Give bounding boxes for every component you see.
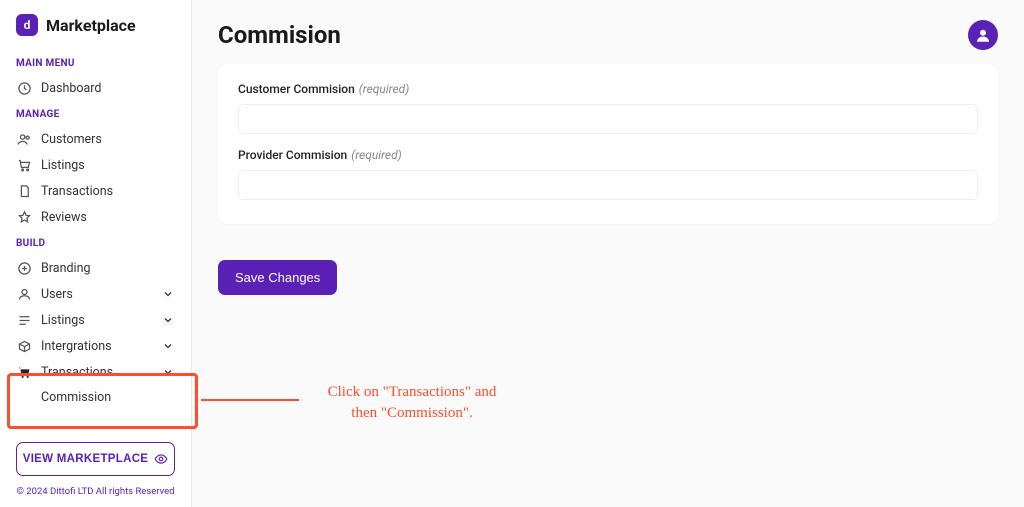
field-required: (required) xyxy=(359,82,409,96)
view-marketplace-label: VIEW MARKETPLACE xyxy=(23,453,149,465)
sidebar-footer: VIEW MARKETPLACE © 2024 Dittofi LTD All … xyxy=(0,442,191,507)
sidebar-item-users[interactable]: Users xyxy=(0,281,191,307)
logo-letter: d xyxy=(24,18,31,32)
sidebar-item-label: Branding xyxy=(41,261,175,276)
section-main-menu: MAIN MENU xyxy=(0,50,191,75)
sidebar-subitem-commission[interactable]: Commission xyxy=(0,385,191,410)
page-title: Commision xyxy=(218,21,341,49)
provider-commission-input[interactable] xyxy=(238,170,978,200)
field-label: Customer Commision xyxy=(238,82,355,96)
dashboard-icon xyxy=(16,80,32,96)
annotation-line xyxy=(201,399,299,401)
sidebar: d Marketplace MAIN MENU Dashboard MANAGE… xyxy=(0,0,192,507)
sidebar-item-label: Reviews xyxy=(41,210,175,225)
field-label: Provider Commision xyxy=(238,148,347,162)
sidebar-item-reviews[interactable]: Reviews xyxy=(0,204,191,230)
sidebar-item-integrations[interactable]: Intergrations xyxy=(0,333,191,359)
section-manage: MANAGE xyxy=(0,101,191,126)
sidebar-item-label: Users xyxy=(41,287,152,302)
sidebar-item-label: Transactions xyxy=(41,184,175,199)
cart-filled-icon xyxy=(16,364,32,380)
cart-icon xyxy=(16,157,32,173)
sidebar-item-dashboard[interactable]: Dashboard xyxy=(0,75,191,101)
people-icon xyxy=(16,131,32,147)
sidebar-item-label: Transactions xyxy=(41,365,152,380)
chevron-down-icon xyxy=(161,287,175,301)
plus-circle-icon xyxy=(16,260,32,276)
chevron-down-icon xyxy=(161,313,175,327)
save-label: Save Changes xyxy=(235,270,320,285)
field-label-row: Customer Commision (required) xyxy=(238,82,978,96)
annotation-line-2: then "Commission". xyxy=(302,403,522,424)
chevron-down-icon xyxy=(161,339,175,353)
eye-icon xyxy=(154,452,168,466)
sidebar-item-listings-build[interactable]: Listings xyxy=(0,307,191,333)
sidebar-item-transactions-build[interactable]: Transactions xyxy=(0,359,191,385)
brand-name: Marketplace xyxy=(46,16,136,35)
page-header: Commision xyxy=(218,20,998,50)
brand: d Marketplace xyxy=(0,14,191,50)
section-build: BUILD xyxy=(0,230,191,255)
sidebar-item-customers[interactable]: Customers xyxy=(0,126,191,152)
user-icon xyxy=(16,286,32,302)
annotation-line-1: Click on "Transactions" and xyxy=(302,382,522,403)
avatar[interactable] xyxy=(968,20,998,50)
save-changes-button[interactable]: Save Changes xyxy=(218,260,337,295)
commission-card: Customer Commision (required) Provider C… xyxy=(218,64,998,224)
star-icon xyxy=(16,209,32,225)
provider-commission-field: Provider Commision (required) xyxy=(238,148,978,200)
box-icon xyxy=(16,338,32,354)
list-icon xyxy=(16,312,32,328)
sidebar-item-label: Intergrations xyxy=(41,339,152,354)
customer-commission-input[interactable] xyxy=(238,104,978,134)
sidebar-item-label: Customers xyxy=(41,132,175,147)
annotation-text: Click on "Transactions" and then "Commis… xyxy=(302,382,522,424)
view-marketplace-button[interactable]: VIEW MARKETPLACE xyxy=(16,442,175,476)
field-label-row: Provider Commision (required) xyxy=(238,148,978,162)
copyright-text: © 2024 Dittofi LTD All rights Reserved xyxy=(16,476,175,497)
logo-icon: d xyxy=(16,14,38,36)
sidebar-subitem-label: Commission xyxy=(41,390,111,405)
sidebar-item-label: Listings xyxy=(41,158,175,173)
sidebar-item-branding[interactable]: Branding xyxy=(0,255,191,281)
sidebar-item-transactions-manage[interactable]: Transactions xyxy=(0,178,191,204)
person-icon xyxy=(974,26,992,44)
document-icon xyxy=(16,183,32,199)
chevron-down-icon xyxy=(161,365,175,379)
sidebar-item-label: Listings xyxy=(41,313,152,328)
field-required: (required) xyxy=(351,148,401,162)
main-content: Commision Customer Commision (required) … xyxy=(192,0,1024,507)
sidebar-item-listings-manage[interactable]: Listings xyxy=(0,152,191,178)
sidebar-item-label: Dashboard xyxy=(41,81,175,96)
customer-commission-field: Customer Commision (required) xyxy=(238,82,978,134)
